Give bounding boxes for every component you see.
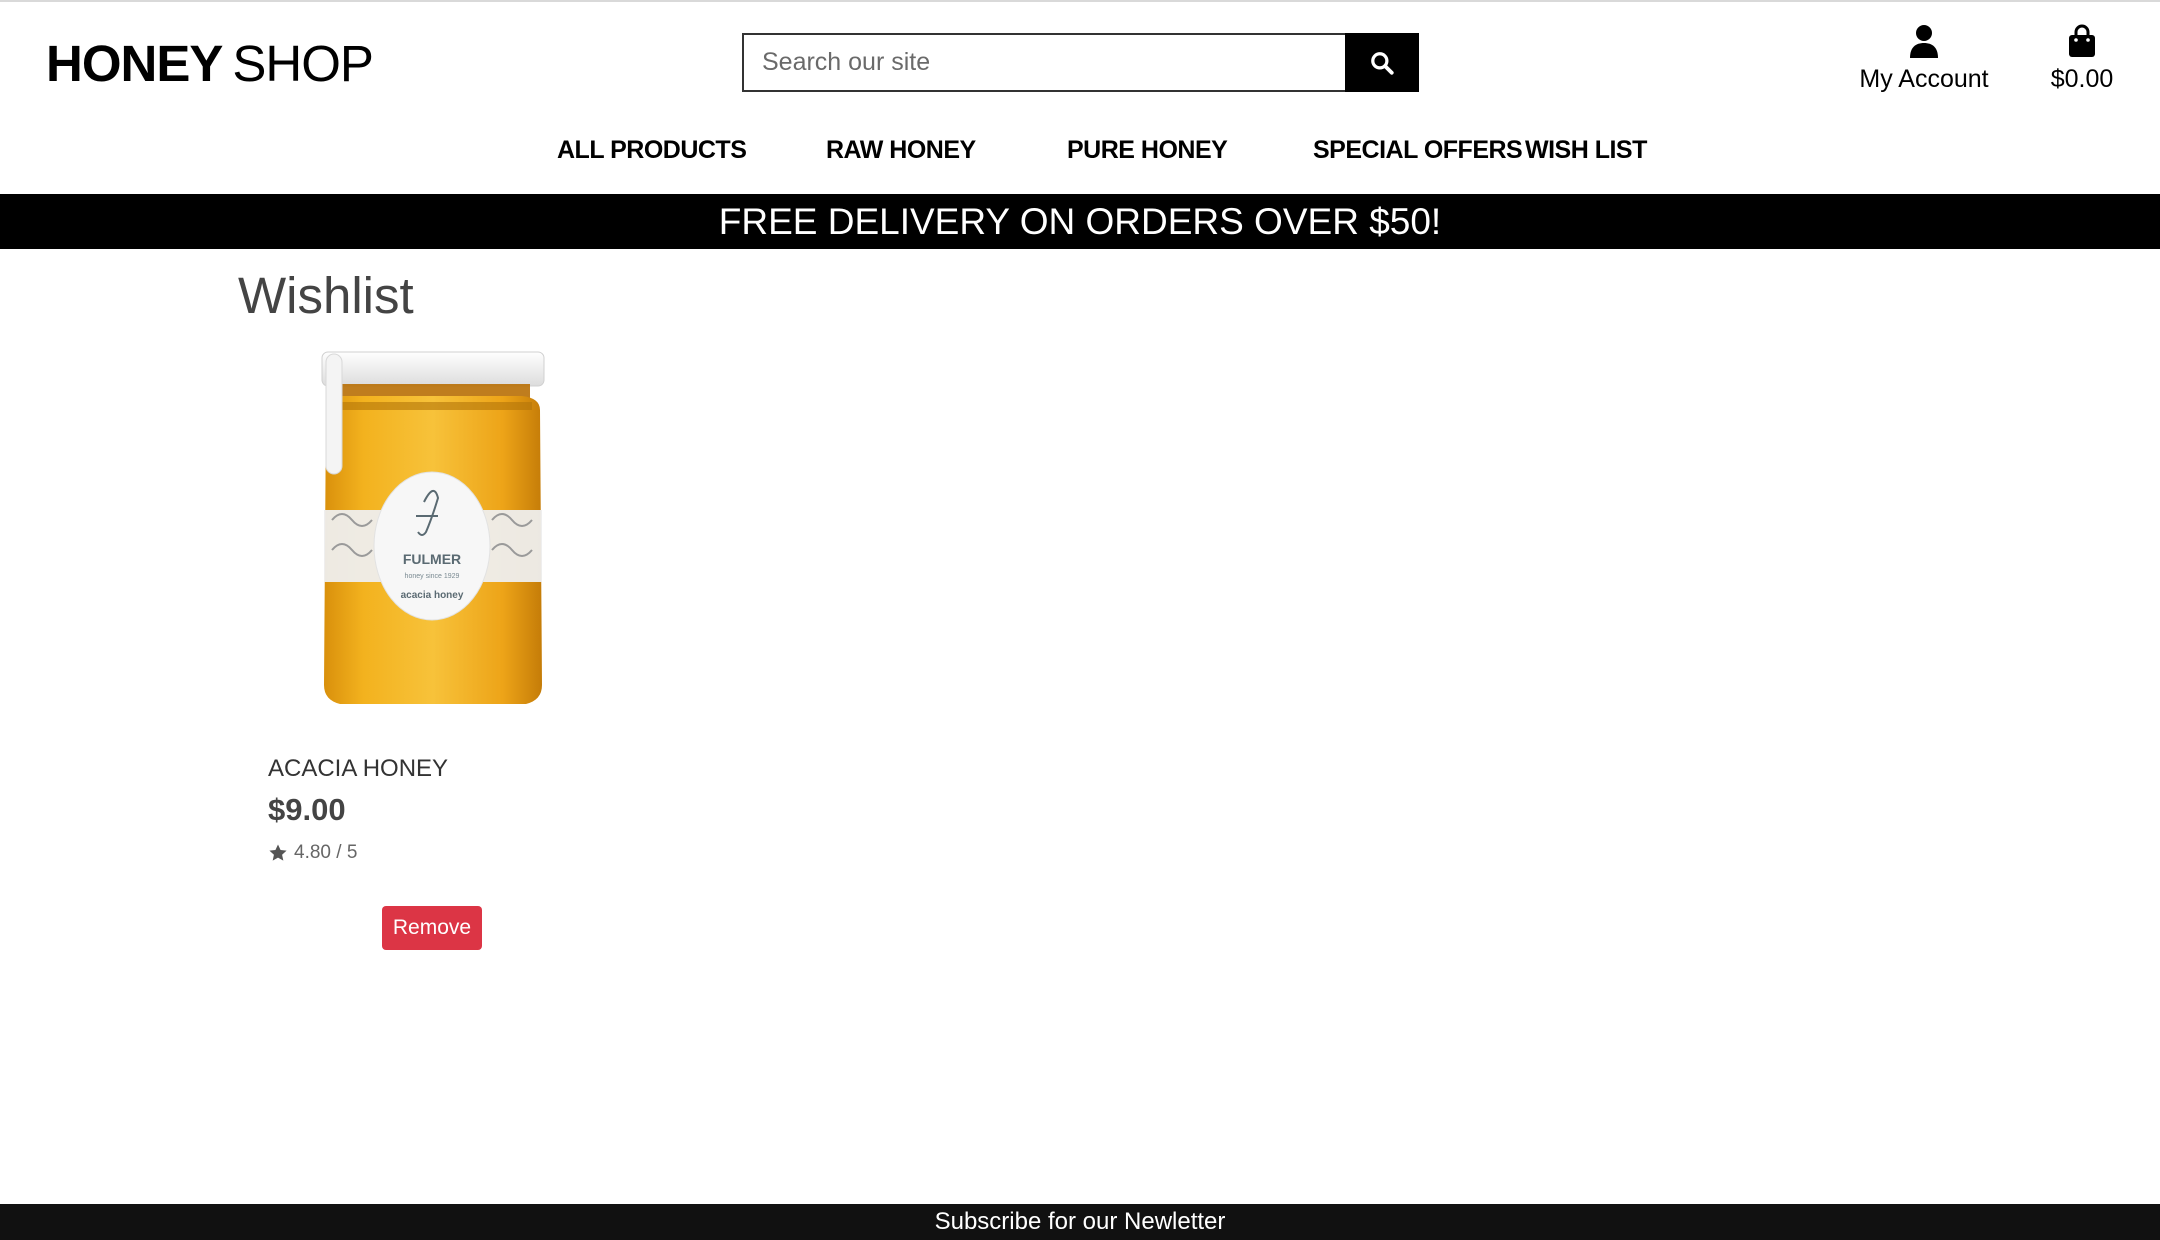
logo-bold-text: HONEY xyxy=(46,35,223,92)
honey-jar-image: FULMER honey since 1929 acacia honey xyxy=(321,351,545,704)
site-logo[interactable]: HONEY SHOP xyxy=(46,34,374,94)
free-delivery-banner: FREE DELIVERY ON ORDERS OVER $50! xyxy=(0,194,2160,249)
shopping-bag-icon xyxy=(2069,24,2095,57)
main-nav: ALL PRODUCTS RAW HONEY PURE HONEY SPECIA… xyxy=(0,136,2160,170)
newsletter-footer: Subscribe for our Newletter xyxy=(0,1204,2160,1240)
page-title: Wishlist xyxy=(238,267,414,324)
product-price: $9.00 xyxy=(268,792,346,827)
rating-value: 4.80 / 5 xyxy=(294,842,358,863)
search-input[interactable] xyxy=(742,33,1345,92)
search-icon xyxy=(1371,51,1394,75)
jar-since: honey since 1929 xyxy=(405,573,460,580)
newsletter-text[interactable]: Subscribe for our Newletter xyxy=(935,1208,1226,1235)
nav-raw-honey[interactable]: RAW HONEY xyxy=(826,136,976,165)
product-image[interactable]: FULMER honey since 1929 acacia honey xyxy=(312,350,552,720)
nav-all-products[interactable]: ALL PRODUCTS xyxy=(557,136,747,165)
logo-light-text: SHOP xyxy=(232,35,374,92)
top-border xyxy=(0,0,2160,2)
star-icon xyxy=(269,844,287,861)
product-rating: 4.80 / 5 xyxy=(268,842,357,864)
jar-brand: FULMER xyxy=(403,551,461,567)
my-account-link[interactable]: My Account xyxy=(1856,24,1992,94)
search-button[interactable] xyxy=(1345,33,1419,92)
shopping-bag-link[interactable]: $0.00 xyxy=(2040,24,2124,94)
search-form xyxy=(742,33,1419,92)
product-name[interactable]: ACACIA HONEY xyxy=(268,755,448,783)
user-icon xyxy=(1910,25,1938,58)
jar-variety: acacia honey xyxy=(401,590,464,601)
cart-total: $0.00 xyxy=(2050,65,2114,93)
nav-special-offers[interactable]: SPECIAL OFFERS xyxy=(1313,136,1523,165)
remove-button[interactable]: Remove xyxy=(382,906,482,950)
my-account-label: My Account xyxy=(1859,65,1989,93)
nav-wish-list[interactable]: WISH LIST xyxy=(1525,136,1647,165)
nav-pure-honey[interactable]: PURE HONEY xyxy=(1067,136,1228,165)
